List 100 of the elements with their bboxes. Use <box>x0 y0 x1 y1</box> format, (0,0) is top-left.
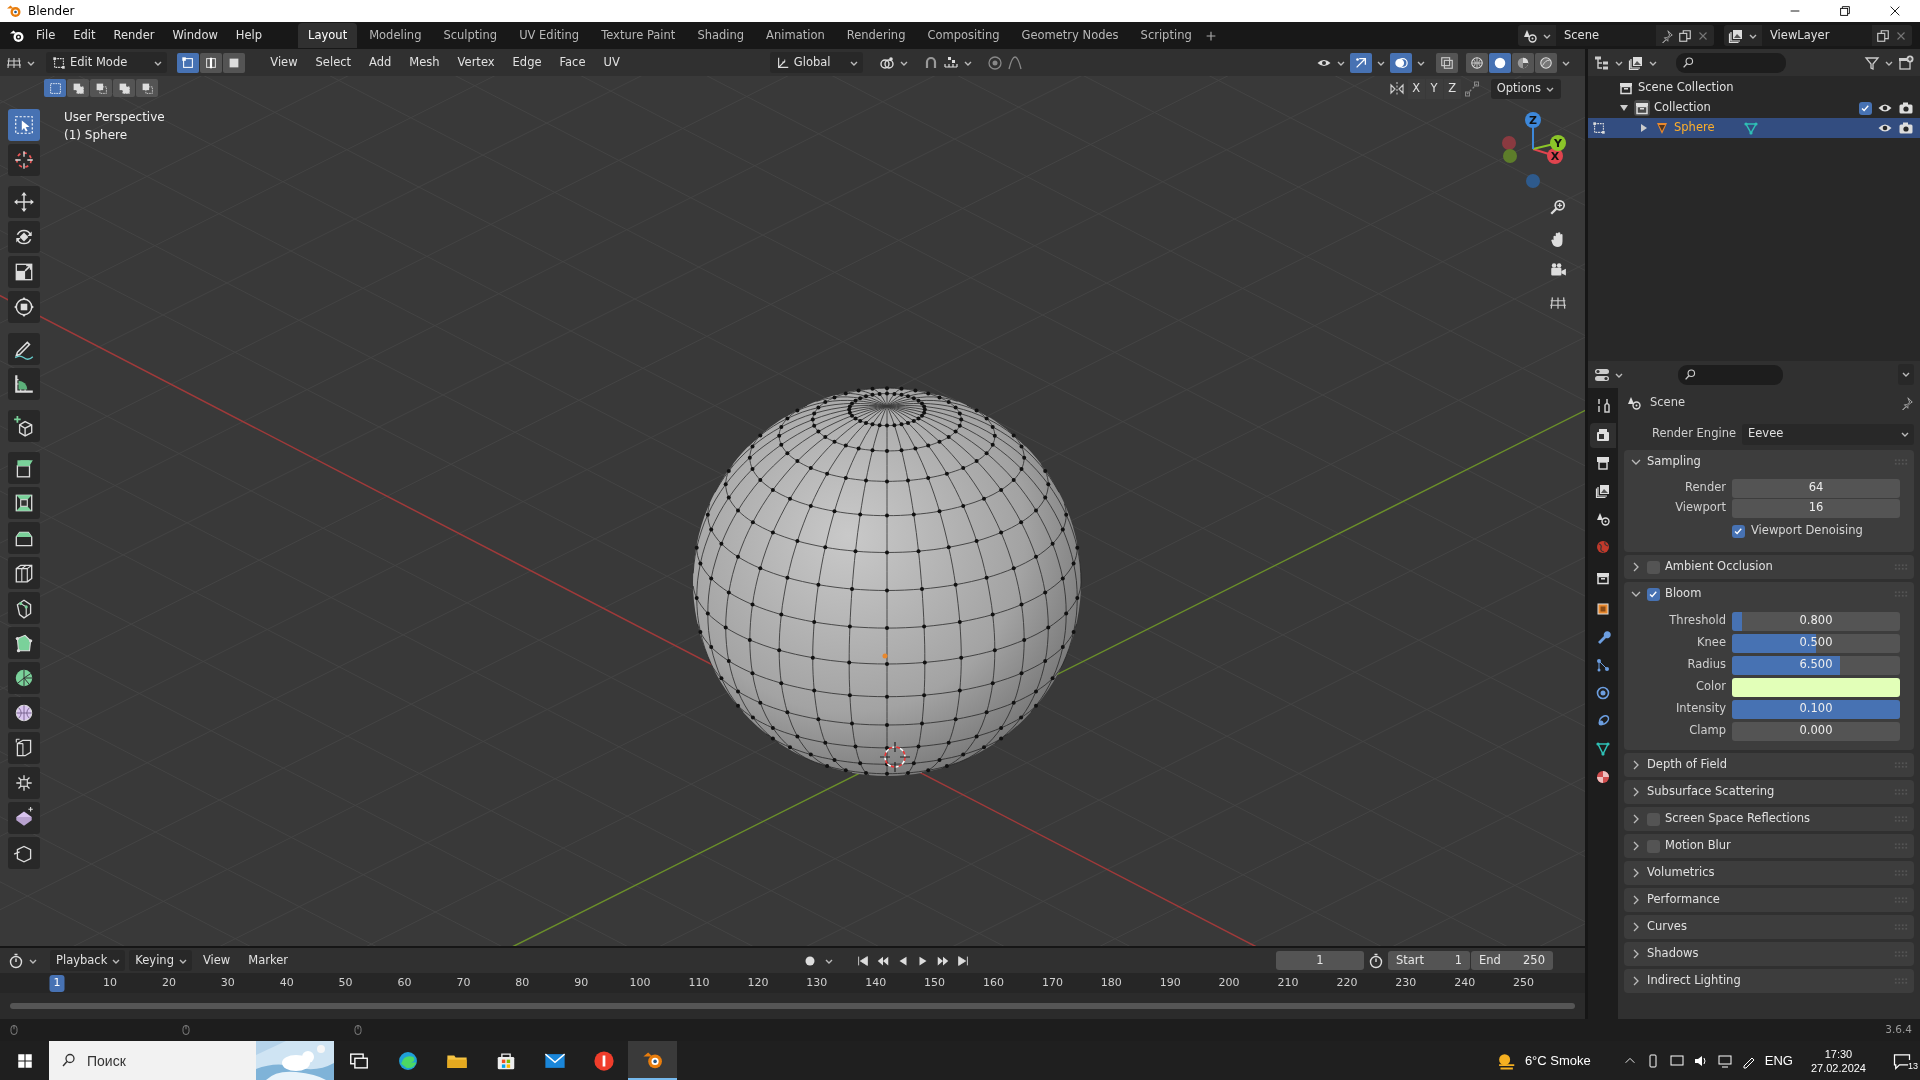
view-layer-field[interactable]: ViewLayer <box>1762 25 1872 46</box>
tree-item-label[interactable]: Collection <box>1654 99 1711 117</box>
number-field[interactable]: 16 <box>1732 498 1900 518</box>
scene-field[interactable]: Scene <box>1556 25 1656 46</box>
frame-field[interactable]: 1 <box>1276 951 1364 970</box>
workspace-tab[interactable]: Shading <box>687 22 755 49</box>
menu-item[interactable]: Edge <box>505 51 549 74</box>
menu-item[interactable]: UV <box>596 51 627 74</box>
version-label: 3.6.4 <box>1885 1022 1912 1038</box>
frame-number: 30 <box>219 975 236 991</box>
mode-dropdown[interactable]: Edit Mode <box>46 52 168 73</box>
panel-title: Subsurface Scattering <box>1647 783 1775 801</box>
frame-number: 100 <box>628 975 652 991</box>
field-label: Render <box>1684 479 1726 497</box>
menu-item[interactable]: Window <box>164 23 226 48</box>
panel-title: Sampling <box>1647 453 1701 471</box>
weather-label[interactable]: 6°C Smoke <box>1524 1050 1591 1071</box>
frame-number: 230 <box>1394 975 1418 991</box>
workspace-tab[interactable]: Animation <box>756 22 835 49</box>
workspace-tab[interactable]: Compositing <box>917 22 1010 49</box>
options-dropdown[interactable]: Options <box>1490 79 1561 99</box>
menu-item[interactable]: Edit <box>65 23 104 48</box>
slider[interactable]: 0.500 <box>1732 633 1900 653</box>
workspace-tab[interactable]: Sculpting <box>433 22 508 49</box>
panel-header[interactable]: Curves <box>1624 915 1914 939</box>
context-label: Scene <box>1650 394 1686 412</box>
workspace-tab[interactable]: Geometry Nodes <box>1011 22 1129 49</box>
panel-title: Curves <box>1647 918 1687 936</box>
search-field[interactable]: Поиск <box>49 1041 256 1080</box>
field-label: Knee <box>1696 634 1726 652</box>
frame-number: 250 <box>1512 975 1536 991</box>
menu-item[interactable]: Marker <box>241 949 295 972</box>
frame-number: 90 <box>573 975 590 991</box>
frame-number: 40 <box>278 975 295 991</box>
panel-header[interactable]: Screen Space Reflections <box>1624 807 1914 831</box>
menu-item[interactable]: Mesh <box>402 51 447 74</box>
panel-header[interactable]: Volumetrics <box>1624 861 1914 885</box>
panel-header[interactable]: Shadows <box>1624 942 1914 966</box>
panel-header[interactable]: Bloom <box>1624 582 1914 606</box>
end-frame-field[interactable]: End 250 <box>1471 951 1553 970</box>
object-name: (1) Sphere <box>64 127 129 144</box>
field-label: Clamp <box>1688 722 1726 740</box>
menu-item[interactable]: Vertex <box>450 51 502 74</box>
orientation-dropdown[interactable]: Global <box>769 52 863 73</box>
menu-item[interactable]: Help <box>227 23 271 48</box>
frame-number: 20 <box>160 975 177 991</box>
axis-label: Z <box>1529 114 1537 127</box>
clock-date[interactable]: 27.02.2024 <box>1810 1060 1866 1075</box>
menu-item[interactable]: Select <box>308 51 359 74</box>
menu-item[interactable]: File <box>28 23 64 48</box>
clock-time[interactable]: 17:30 <box>1810 1046 1866 1061</box>
panel-title: Depth of Field <box>1647 756 1727 774</box>
tree-item-label[interactable]: Sphere <box>1674 119 1715 137</box>
axis-label: X <box>1550 150 1560 163</box>
language-indicator[interactable]: ENG <box>1764 1050 1793 1071</box>
frame-number: 120 <box>746 975 770 991</box>
workspace-tab[interactable]: Rendering <box>836 22 916 49</box>
slider[interactable]: 0.800 <box>1732 611 1900 631</box>
number-field[interactable]: 0.000 <box>1732 721 1900 741</box>
panel-header[interactable]: Sampling <box>1624 450 1914 474</box>
panel-header[interactable]: Depth of Field <box>1624 753 1914 777</box>
orientation-label: Global <box>793 53 831 71</box>
panel-title: Volumetrics <box>1647 864 1715 882</box>
panel-title: Performance <box>1647 891 1720 909</box>
workspace-tab[interactable]: UV Editing <box>509 22 590 49</box>
panel-header[interactable]: Ambient Occlusion <box>1624 555 1914 579</box>
frame-number: 60 <box>396 975 413 991</box>
slider[interactable]: 6.500 <box>1732 655 1900 675</box>
menu-dropdown[interactable]: Playback <box>50 950 126 971</box>
tree-item-label[interactable]: Scene Collection <box>1638 79 1734 97</box>
panel-header[interactable]: Subsurface Scattering <box>1624 780 1914 804</box>
axis-label: Y <box>1554 137 1562 150</box>
workspace-tab[interactable]: Modeling <box>359 22 432 49</box>
field-label: Color <box>1694 678 1726 696</box>
frame-number: 210 <box>1276 975 1300 991</box>
slider[interactable]: 0.100 <box>1732 699 1900 719</box>
menu-item[interactable]: Add <box>362 51 399 74</box>
workspace-tab[interactable]: Scripting <box>1130 22 1202 49</box>
panel-title: Bloom <box>1665 585 1702 603</box>
mode-label: Edit Mode <box>70 53 128 71</box>
menu-item[interactable]: View <box>195 949 238 972</box>
menu-item[interactable]: View <box>263 51 305 74</box>
frame-number: 50 <box>337 975 354 991</box>
view-name: User Perspective <box>64 109 165 126</box>
panel-header[interactable]: Motion Blur <box>1624 834 1914 858</box>
menu-item[interactable]: Face <box>552 51 593 74</box>
render-engine-dropdown[interactable]: Eevee <box>1742 423 1914 445</box>
workspace-tab[interactable]: Texture Paint <box>591 22 686 49</box>
panel-title: Motion Blur <box>1665 837 1731 855</box>
number-field[interactable]: 64 <box>1732 478 1900 498</box>
panel-header[interactable]: Indirect Lighting <box>1624 969 1914 993</box>
frame-number: 110 <box>687 975 711 991</box>
menu-item[interactable]: Render <box>105 23 163 48</box>
frame-number: 160 <box>982 975 1005 991</box>
menu-dropdown[interactable]: Keying <box>129 950 192 971</box>
field-label: Render Engine <box>1651 425 1736 443</box>
workspace-tab[interactable]: Layout <box>298 22 358 49</box>
panel-header[interactable]: Performance <box>1624 888 1914 912</box>
frame-number: 10 <box>102 975 118 991</box>
start-frame-field[interactable]: Start 1 <box>1388 951 1470 970</box>
